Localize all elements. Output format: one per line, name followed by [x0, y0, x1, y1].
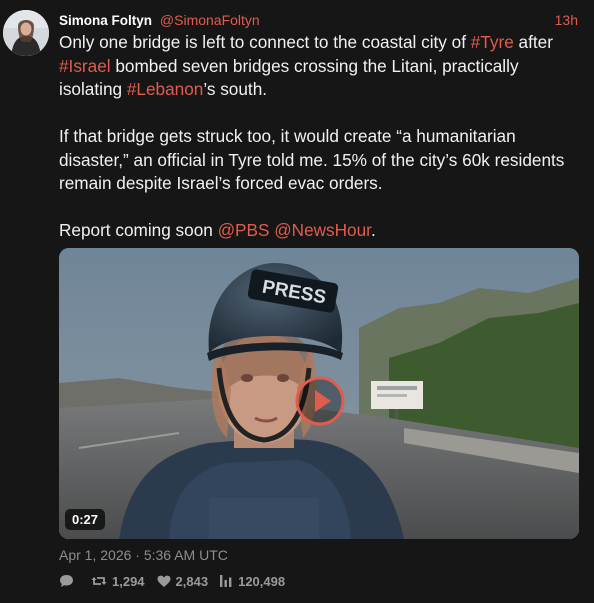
reply-button[interactable] [59, 574, 79, 588]
play-icon [295, 376, 345, 426]
tweet-timestamp[interactable]: Apr 1, 2026 · 5:36 AM UTC [59, 547, 228, 563]
author-name[interactable]: Simona Foltyn [59, 13, 152, 28]
tweet-time: 5:36 AM UTC [143, 547, 228, 563]
like-button[interactable]: 2,843 [157, 573, 209, 589]
retweet-button[interactable]: 1,294 [91, 574, 145, 589]
avatar-photo [3, 10, 49, 56]
tweet-text-span: ’s south. [203, 79, 268, 99]
tweet-paragraph: Report coming soon @PBS @NewsHour. [59, 219, 584, 243]
mention-link[interactable]: @PBS [218, 220, 270, 240]
retweet-count: 1,294 [112, 573, 145, 589]
timestamp-relative[interactable]: 13h [555, 11, 578, 29]
tweet-text-span: Report coming soon [59, 220, 218, 240]
bar-chart-icon [220, 575, 232, 587]
tweet-text: Only one bridge is left to connect to th… [59, 31, 584, 243]
tweet-card: Simona Foltyn @SimonaFoltyn 13h Only one… [0, 0, 594, 603]
tweet-text-span: . [370, 220, 376, 240]
tweet-paragraph: Only one bridge is left to connect to th… [59, 31, 584, 102]
avatar[interactable] [3, 10, 49, 56]
video-duration: 0:27 [65, 509, 106, 530]
views-button[interactable]: 120,498 [220, 574, 285, 589]
mention-link[interactable]: @NewsHour [274, 220, 371, 240]
hashtag-link[interactable]: #Tyre [471, 32, 514, 52]
tweet-text-span: Only one bridge is left to connect to th… [59, 32, 471, 52]
tweet-paragraph: If that bridge gets struck too, it would… [59, 125, 584, 196]
tweet-text-span: If that bridge gets struck too, it would… [59, 126, 565, 193]
like-count: 2,843 [175, 573, 209, 589]
hashtag-link[interactable]: #Lebanon [127, 79, 203, 99]
view-count: 120,498 [238, 573, 286, 589]
video-player[interactable]: PRESS 0:27 [59, 248, 579, 539]
author-handle[interactable]: @SimonaFoltyn [160, 12, 260, 28]
tweet-text-span: after [513, 32, 553, 52]
meta-separator: · [135, 547, 140, 563]
retweet-icon [91, 577, 107, 585]
comment-icon [60, 575, 73, 587]
tweet-header: Simona Foltyn @SimonaFoltyn 13h [59, 11, 578, 29]
hashtag-link[interactable]: #Israel [59, 56, 111, 76]
heart-icon [157, 575, 171, 587]
play-button[interactable] [295, 376, 345, 426]
engagement-bar: 1,294 2,843 120,498 [59, 571, 297, 591]
tweet-date: Apr 1, 2026 [59, 547, 132, 563]
